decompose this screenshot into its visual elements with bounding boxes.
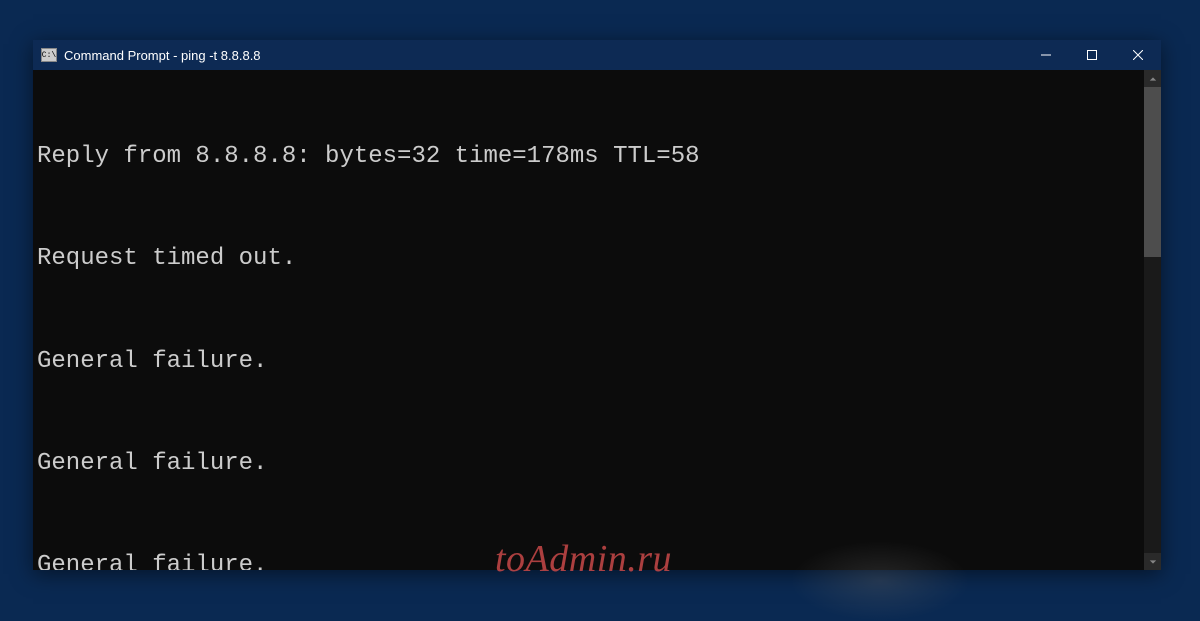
window-title: Command Prompt - ping -t 8.8.8.8 (64, 48, 1023, 63)
output-line: General failure. (37, 345, 1144, 379)
scroll-down-button[interactable] (1144, 553, 1161, 570)
titlebar[interactable]: C:\ Command Prompt - ping -t 8.8.8.8 (33, 40, 1161, 70)
minimize-icon (1041, 50, 1051, 60)
maximize-button[interactable] (1069, 40, 1115, 70)
scrollbar-track[interactable] (1144, 87, 1161, 553)
content-area: Reply from 8.8.8.8: bytes=32 time=178ms … (33, 70, 1161, 570)
scroll-up-button[interactable] (1144, 70, 1161, 87)
output-line: General failure. (37, 549, 1144, 570)
output-line: General failure. (37, 447, 1144, 481)
window-controls (1023, 40, 1161, 70)
close-button[interactable] (1115, 40, 1161, 70)
minimize-button[interactable] (1023, 40, 1069, 70)
chevron-down-icon (1149, 558, 1157, 566)
output-line: Reply from 8.8.8.8: bytes=32 time=178ms … (37, 140, 1144, 174)
command-prompt-window: C:\ Command Prompt - ping -t 8.8.8.8 Rep… (33, 40, 1161, 570)
close-icon (1133, 50, 1143, 60)
maximize-icon (1087, 50, 1097, 60)
chevron-up-icon (1149, 75, 1157, 83)
output-line: Request timed out. (37, 242, 1144, 276)
terminal-output[interactable]: Reply from 8.8.8.8: bytes=32 time=178ms … (33, 70, 1144, 570)
cmd-icon: C:\ (41, 48, 57, 62)
vertical-scrollbar[interactable] (1144, 70, 1161, 570)
scrollbar-thumb[interactable] (1144, 87, 1161, 257)
